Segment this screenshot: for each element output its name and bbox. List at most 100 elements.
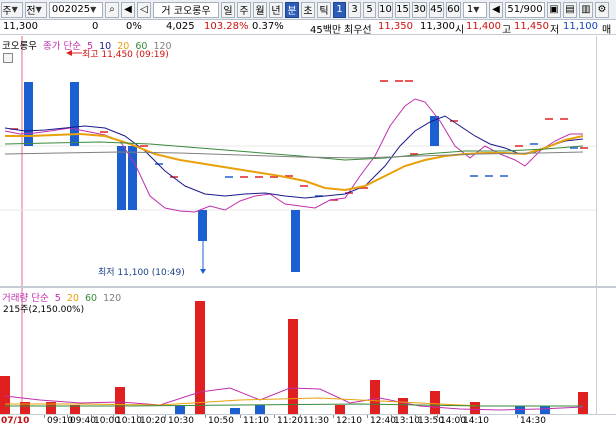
prev-page-button[interactable]: ◀ bbox=[489, 1, 503, 18]
axis-tick bbox=[67, 415, 68, 418]
save-icon: ▥ bbox=[581, 4, 591, 15]
interval-label: 3 bbox=[351, 4, 358, 15]
high-label: 고 bbox=[502, 25, 512, 36]
code-value: 002025 bbox=[51, 4, 91, 15]
axis-time-label: 10:10 bbox=[116, 416, 142, 426]
arrow-left-icon: ◀ bbox=[124, 4, 132, 15]
low-price: 11,100 bbox=[563, 21, 598, 32]
candle bbox=[117, 146, 126, 210]
axis-date: 07/10 bbox=[1, 416, 30, 426]
interval-button-60[interactable]: 60 bbox=[446, 1, 461, 18]
chevron-down-icon: ▼ bbox=[11, 5, 18, 14]
axis-time-label: 11:10 bbox=[243, 416, 269, 426]
axis-time-label: 13:10 bbox=[394, 416, 420, 426]
volume-bar bbox=[255, 405, 265, 414]
interval-select[interactable]: 1 ▼ bbox=[463, 1, 487, 18]
axis-time-label: 14:10 bbox=[463, 416, 489, 426]
tab-period-2[interactable]: 월 bbox=[253, 1, 267, 18]
tab-period-6[interactable]: 틱 bbox=[317, 1, 331, 18]
interval-button-15[interactable]: 15 bbox=[395, 1, 410, 18]
interval-label: 5 bbox=[366, 4, 373, 15]
volume-bars-group bbox=[0, 301, 588, 414]
print-button[interactable]: ▤ bbox=[563, 1, 577, 18]
gear-icon: ⚙ bbox=[597, 4, 607, 15]
interval-button-10[interactable]: 10 bbox=[378, 1, 393, 18]
axis-tick bbox=[300, 415, 301, 418]
chart-toolbar: 주 ▼ 전 ▼ 002025 ▼ ⌕ ◀ ◁ 거 코오롱우 일 주 월 년 분 초 틱… bbox=[0, 0, 616, 20]
candle bbox=[198, 210, 207, 241]
current-price: 11,300 bbox=[3, 21, 38, 32]
type-select[interactable]: 전 ▼ bbox=[25, 1, 47, 18]
best-quote-label: 최우선 bbox=[344, 25, 372, 36]
volume-bar bbox=[175, 406, 185, 414]
volume-bar bbox=[0, 376, 10, 414]
volume-value: 4,025 bbox=[166, 21, 195, 32]
high-annotation: 최고 11,450 (09:19) bbox=[82, 50, 169, 60]
volume-bar bbox=[335, 405, 345, 414]
axis-tick bbox=[113, 415, 114, 418]
volume-ratio: 103.28% bbox=[204, 21, 249, 32]
axis-tick bbox=[137, 415, 138, 418]
interval-button-1[interactable]: 1 bbox=[333, 1, 346, 18]
code-input[interactable]: 002025 ▼ bbox=[49, 1, 103, 18]
volume-bar bbox=[470, 402, 480, 414]
volume-bar bbox=[430, 391, 440, 414]
time-axis: 07/10 09:10 09:40 10:00 10:10 10:20 10:30 10:5… bbox=[0, 414, 616, 428]
interval-button-30[interactable]: 30 bbox=[412, 1, 427, 18]
tab-period-3[interactable]: 년 bbox=[269, 1, 283, 18]
tab-period-0[interactable]: 일 bbox=[221, 1, 235, 18]
speaker-icon: ◁ bbox=[140, 4, 148, 15]
volume-scale bbox=[596, 288, 616, 414]
trade-value: 45백만 bbox=[310, 25, 342, 36]
period-label: 틱 bbox=[319, 6, 329, 17]
save-button[interactable]: ▥ bbox=[579, 1, 593, 18]
tab-period-5[interactable]: 초 bbox=[301, 1, 315, 18]
interval-label: 60 bbox=[447, 4, 460, 15]
sound-button[interactable]: ◁ bbox=[137, 1, 151, 18]
search-button[interactable]: ⌕ bbox=[105, 1, 119, 18]
interval-label: 45 bbox=[430, 4, 443, 15]
stock-name-field[interactable]: 거 코오롱우 bbox=[153, 1, 219, 18]
axis-tick bbox=[91, 415, 92, 418]
volume-bar bbox=[195, 301, 205, 414]
prev-stock-button[interactable]: ◀ bbox=[121, 1, 135, 18]
chart-settings-icon[interactable] bbox=[3, 53, 13, 63]
period-label: 주 bbox=[239, 6, 249, 17]
candle bbox=[70, 82, 79, 146]
chevron-down-icon: ▼ bbox=[90, 5, 97, 14]
volume-bar bbox=[578, 392, 588, 414]
stock-name: 거 코오롱우 bbox=[161, 6, 211, 17]
tab-period-1[interactable]: 주 bbox=[237, 1, 251, 18]
best-bid-price: 11,300 bbox=[420, 21, 455, 32]
volume-chart-panel[interactable]: 거래량 단순 5 20 60 120 215주(2,150.00%) bbox=[0, 288, 596, 414]
period-label: 월 bbox=[255, 6, 265, 17]
chevron-down-icon: ▼ bbox=[35, 5, 42, 14]
volume-max-label: 215주(2,150.00%) bbox=[3, 305, 85, 315]
interval-button-45[interactable]: 45 bbox=[429, 1, 444, 18]
settings-button[interactable]: ⚙ bbox=[595, 1, 609, 18]
volume-bar bbox=[540, 406, 550, 414]
low-label: 저 bbox=[550, 25, 560, 36]
low-annotation: 최저 11,100 (10:49) bbox=[98, 268, 185, 278]
interval-label: 15 bbox=[396, 4, 409, 15]
print-icon: ▤ bbox=[565, 4, 575, 15]
extra-label: 매 bbox=[602, 25, 612, 36]
interval-button-5[interactable]: 5 bbox=[363, 1, 376, 18]
axis-tick bbox=[415, 415, 416, 418]
legend-ma-title: 종가 단순 bbox=[43, 41, 81, 52]
page-counter-text: 51/900 bbox=[507, 4, 543, 15]
axis-time-label: 14:30 bbox=[520, 416, 546, 426]
interval-label: 30 bbox=[413, 4, 426, 15]
quote-info-bar: 11,300 0 0% 4,025 103.28% 0.37% 45백만 최우선… bbox=[0, 20, 616, 36]
market-select[interactable]: 주 ▼ bbox=[1, 1, 23, 18]
lock-button[interactable]: ▣ bbox=[547, 1, 561, 18]
tab-period-4[interactable]: 분 bbox=[285, 1, 299, 18]
axis-time-label: 10:30 bbox=[168, 416, 194, 426]
axis-time-label: 10:20 bbox=[140, 416, 166, 426]
period-label: 년 bbox=[271, 6, 281, 17]
page-counter: 51/900 bbox=[505, 1, 545, 18]
volume-bar bbox=[115, 387, 125, 414]
volume-chart bbox=[0, 288, 588, 414]
price-chart-panel[interactable]: 코오롱우 종가 단순 5 10 20 60 120 최고 11,450 (09:… bbox=[0, 36, 596, 286]
interval-button-3[interactable]: 3 bbox=[348, 1, 361, 18]
